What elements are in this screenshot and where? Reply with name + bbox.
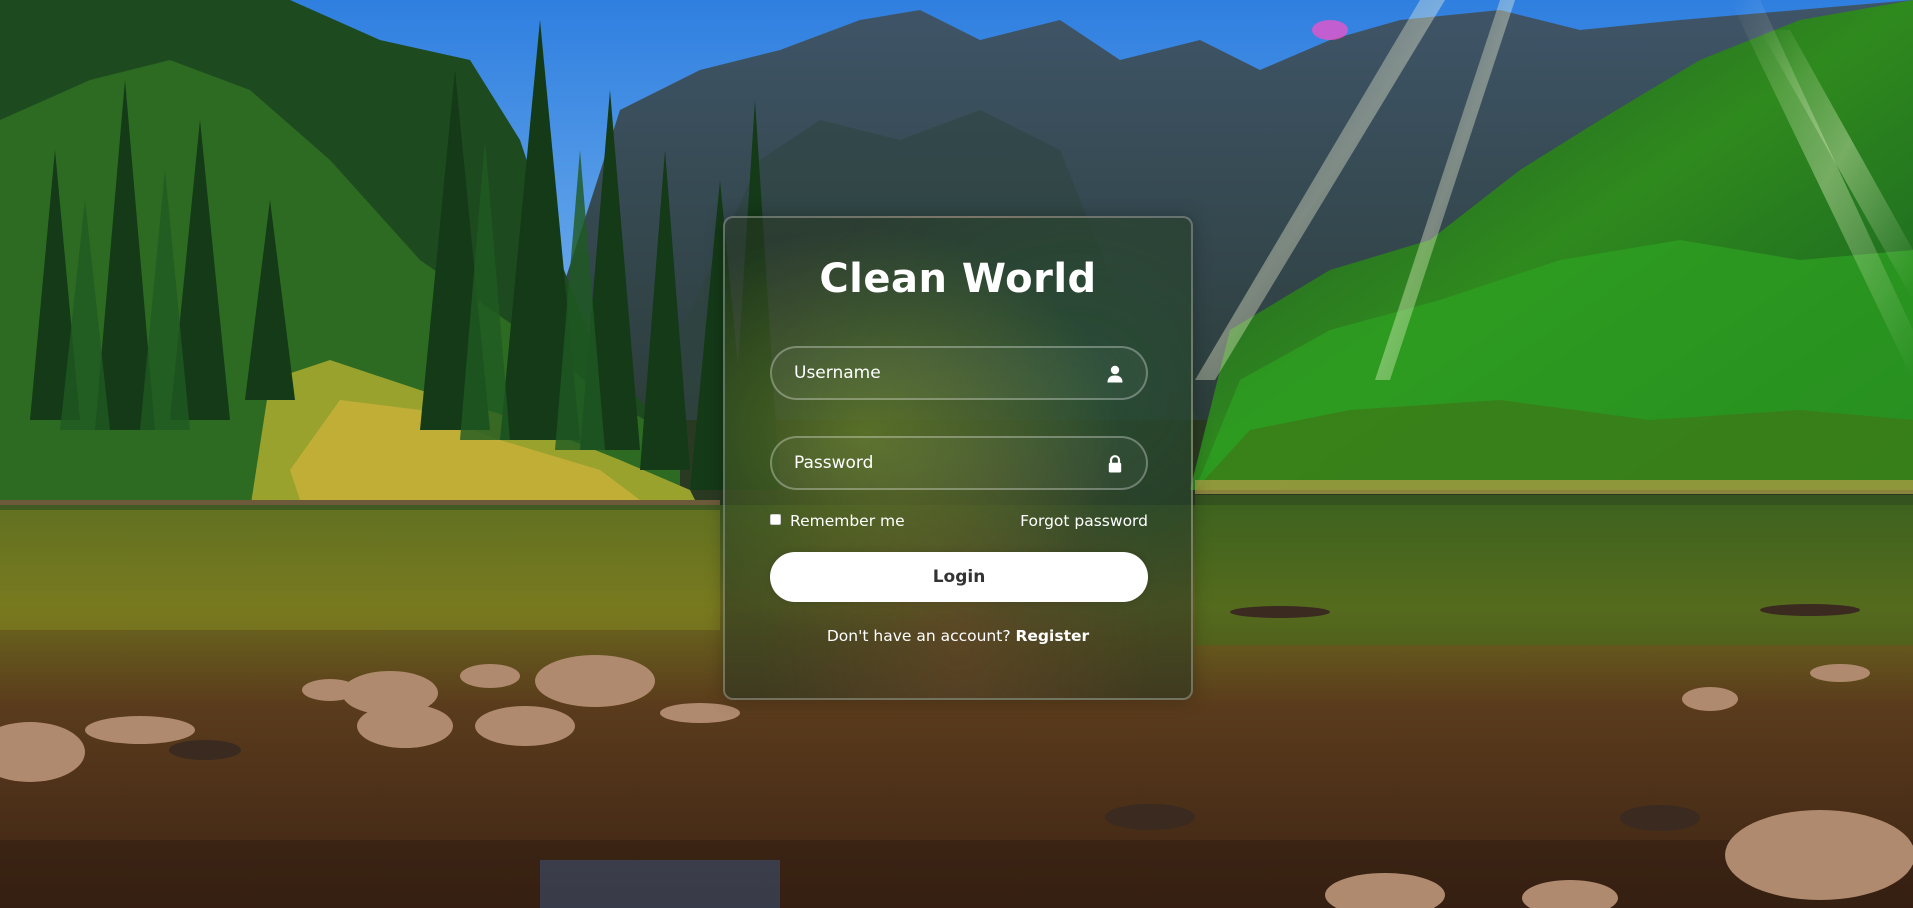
register-text: Don't have an account? — [826, 627, 1016, 645]
remember-me[interactable]: Remember me — [770, 512, 905, 530]
login-options: Remember me Forgot password — [770, 512, 1148, 536]
password-field[interactable] — [770, 436, 1148, 490]
username-input[interactable] — [772, 348, 1146, 398]
login-button[interactable]: Login — [770, 552, 1148, 602]
forgot-password-link[interactable]: Forgot password — [1020, 512, 1148, 530]
remember-checkbox[interactable] — [770, 513, 781, 525]
page-title: Clean World — [819, 256, 1097, 302]
password-input[interactable] — [772, 438, 1146, 488]
username-field[interactable] — [770, 346, 1148, 400]
register-link[interactable]: Register — [1015, 627, 1089, 645]
remember-label: Remember me — [790, 512, 905, 530]
register-prompt: Don't have an account? Register — [725, 627, 1191, 645]
login-card: Clean World Remember me Forgot password … — [723, 216, 1193, 700]
lock-icon — [1105, 454, 1125, 474]
user-icon — [1105, 364, 1125, 384]
